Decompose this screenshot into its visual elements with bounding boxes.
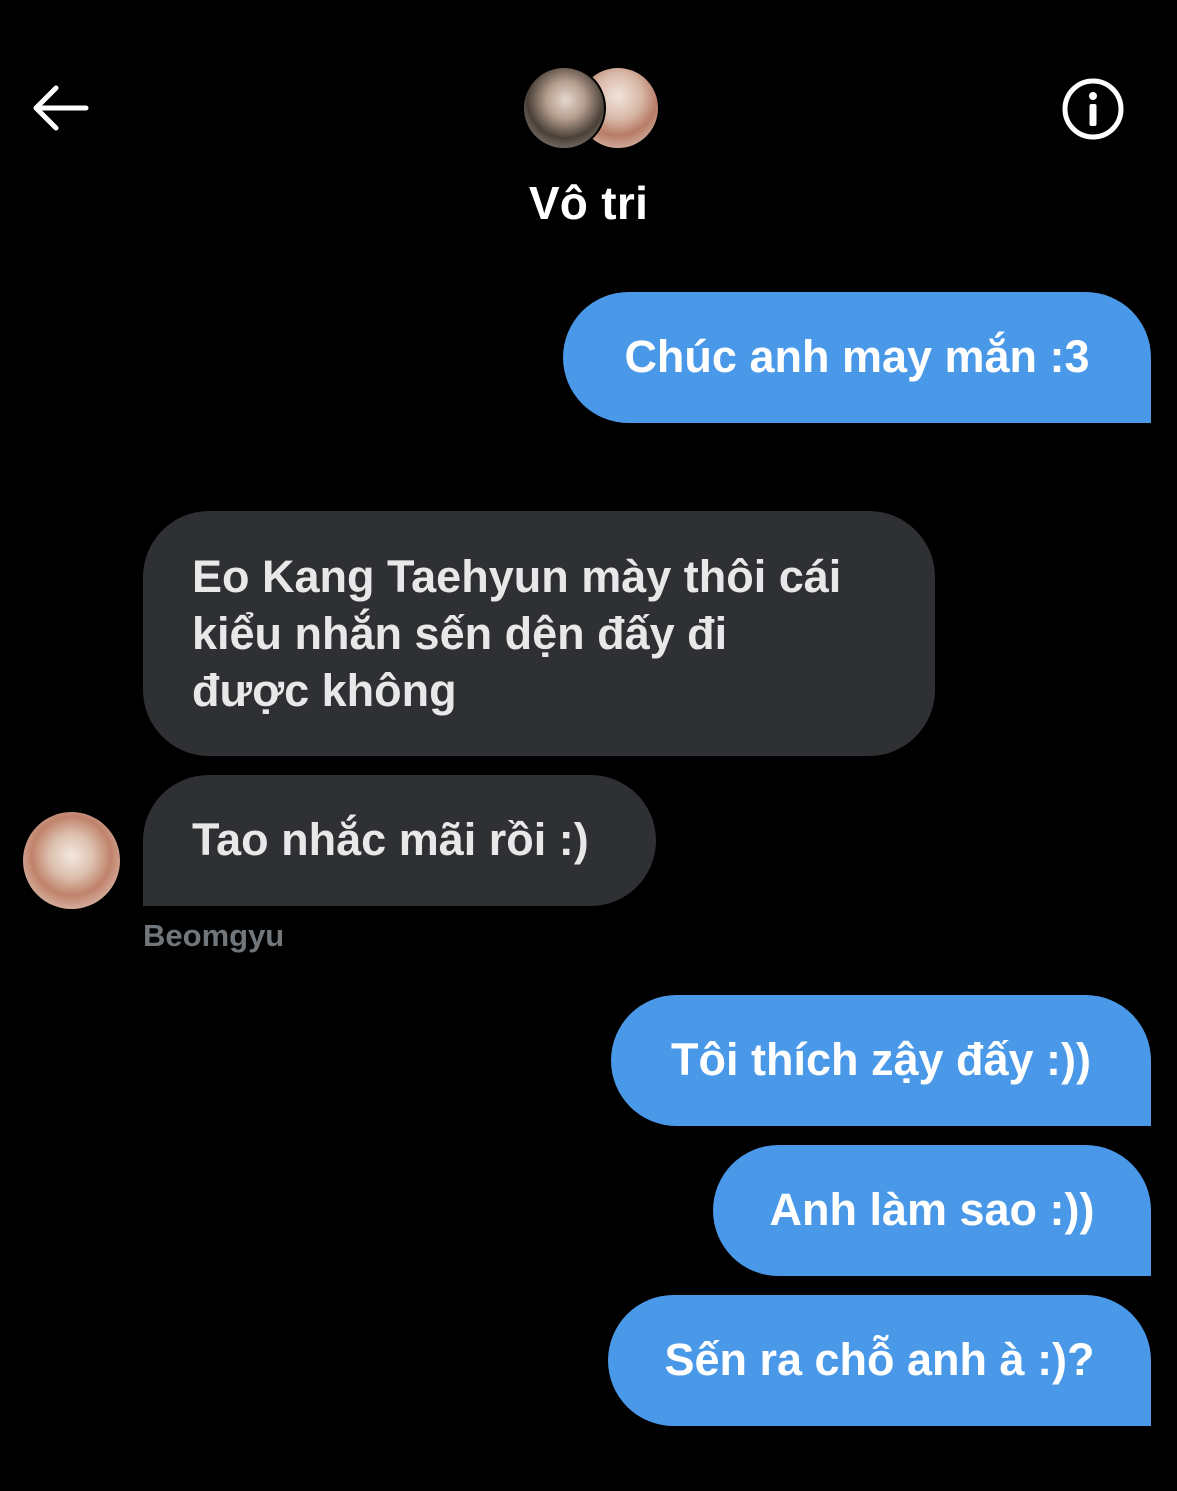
- message-bubble-outgoing[interactable]: Anh làm sao :)): [713, 1145, 1151, 1276]
- message-line: được không: [192, 665, 457, 716]
- info-button[interactable]: [1060, 76, 1126, 142]
- message-bubble-outgoing[interactable]: Sến ra chỗ anh à :)?: [608, 1295, 1151, 1426]
- arrow-left-icon: [33, 85, 89, 131]
- message-bubble-incoming[interactable]: Eo Kang Taehyun mày thôi cái kiểu nhắn s…: [143, 511, 935, 756]
- message-bubble-incoming[interactable]: Tao nhắc mãi rồi :): [143, 775, 656, 906]
- member-avatar: [522, 66, 606, 150]
- message-line: kiểu nhắn sến dện đấy đi: [192, 608, 728, 659]
- back-button[interactable]: [28, 78, 92, 138]
- conversation-title[interactable]: Vô tri: [0, 176, 1177, 230]
- group-avatar[interactable]: [522, 66, 660, 150]
- info-circle-icon: [1062, 78, 1124, 140]
- chat-header: Vô tri: [0, 0, 1177, 250]
- sender-avatar[interactable]: [23, 812, 120, 909]
- message-bubble-outgoing[interactable]: Tôi thích zậy đấy :)): [611, 995, 1151, 1126]
- sender-name: Beomgyu: [143, 918, 285, 953]
- message-line: Eo Kang Taehyun mày thôi cái: [192, 551, 842, 602]
- message-bubble-outgoing[interactable]: Chúc anh may mắn :3: [563, 292, 1151, 423]
